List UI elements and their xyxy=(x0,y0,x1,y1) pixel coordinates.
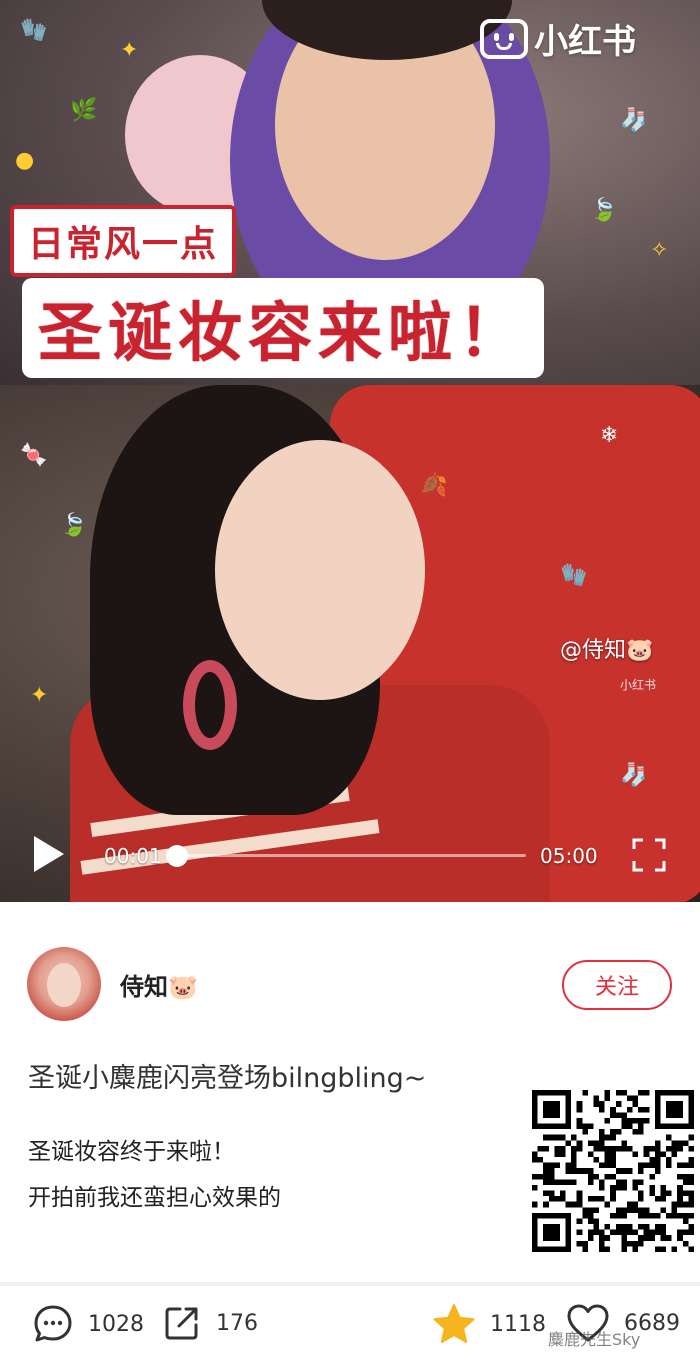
sparkle-sticker: ✧ xyxy=(650,238,669,263)
collect-count: 1118 xyxy=(490,1311,546,1337)
acorn-sticker: ● xyxy=(15,148,35,173)
collect-button[interactable]: 1118 xyxy=(432,1303,546,1345)
cover-title-line2: 圣诞妆容来啦！ xyxy=(22,278,544,378)
stocking-sticker: 🧦 xyxy=(620,763,648,788)
star-icon xyxy=(433,1304,475,1343)
star-sticker: ✦ xyxy=(30,683,49,708)
app-logo: 小红书 xyxy=(480,14,636,63)
share-count: 176 xyxy=(216,1310,258,1336)
leaf-sticker: 🍃 xyxy=(60,513,88,538)
video-player[interactable]: 🧤 🌿 ✦ 🧦 🍃 ✧ ● 🍬 🍃 🍂 ❄ 🧤 ✦ 🧦 日常风一点 圣诞妆容来啦… xyxy=(0,0,700,902)
mitten-sticker: 🧤 xyxy=(560,563,588,588)
snowflake-sticker: ❄ xyxy=(600,423,619,448)
share-icon xyxy=(165,1307,198,1340)
comment-button[interactable]: 1028 xyxy=(32,1303,144,1345)
duration-time: 05:00 xyxy=(540,844,598,868)
current-time: 00:01 xyxy=(104,844,162,868)
cover-title-line1: 日常风一点 xyxy=(10,205,237,277)
qr-code xyxy=(532,1090,694,1252)
comment-icon xyxy=(34,1305,72,1342)
play-icon[interactable] xyxy=(34,836,64,872)
star-sticker: ✦ xyxy=(120,38,139,63)
leaf-sticker: 🍂 xyxy=(420,473,448,498)
progress-track[interactable] xyxy=(176,854,526,857)
divider xyxy=(0,1282,700,1286)
author-name[interactable]: 侍知🐷 xyxy=(120,967,198,1002)
share-button[interactable]: 176 xyxy=(162,1303,258,1343)
stocking-sticker: 🧦 xyxy=(620,108,648,133)
post-title: 圣诞小麋鹿闪亮登场bilngbling~ xyxy=(28,1063,427,1094)
video-watermark: @侍知🐷 xyxy=(560,638,654,663)
post-body-line: 圣诞妆容终于来啦！ xyxy=(28,1139,235,1165)
leaf-sticker: 🍃 xyxy=(590,198,618,223)
video-watermark-sub: 小红书 xyxy=(620,678,657,692)
progress-thumb[interactable] xyxy=(166,845,189,867)
fullscreen-icon[interactable] xyxy=(632,838,666,872)
earring xyxy=(183,660,237,750)
post-body-line: 开拍前我还蛮担心效果的 xyxy=(28,1185,281,1211)
candy-cane-sticker: 🍬 xyxy=(20,443,48,468)
avatar[interactable] xyxy=(27,947,101,1021)
source-credit: 麋鹿先生Sky xyxy=(548,1330,641,1349)
holly-sticker: 🌿 xyxy=(70,98,98,123)
mitten-sticker: 🧤 xyxy=(20,18,48,43)
follow-button[interactable]: 关注 xyxy=(562,960,672,1010)
logo-face-icon xyxy=(480,18,528,59)
comment-count: 1028 xyxy=(88,1311,144,1337)
app-logo-text: 小红书 xyxy=(534,22,636,62)
